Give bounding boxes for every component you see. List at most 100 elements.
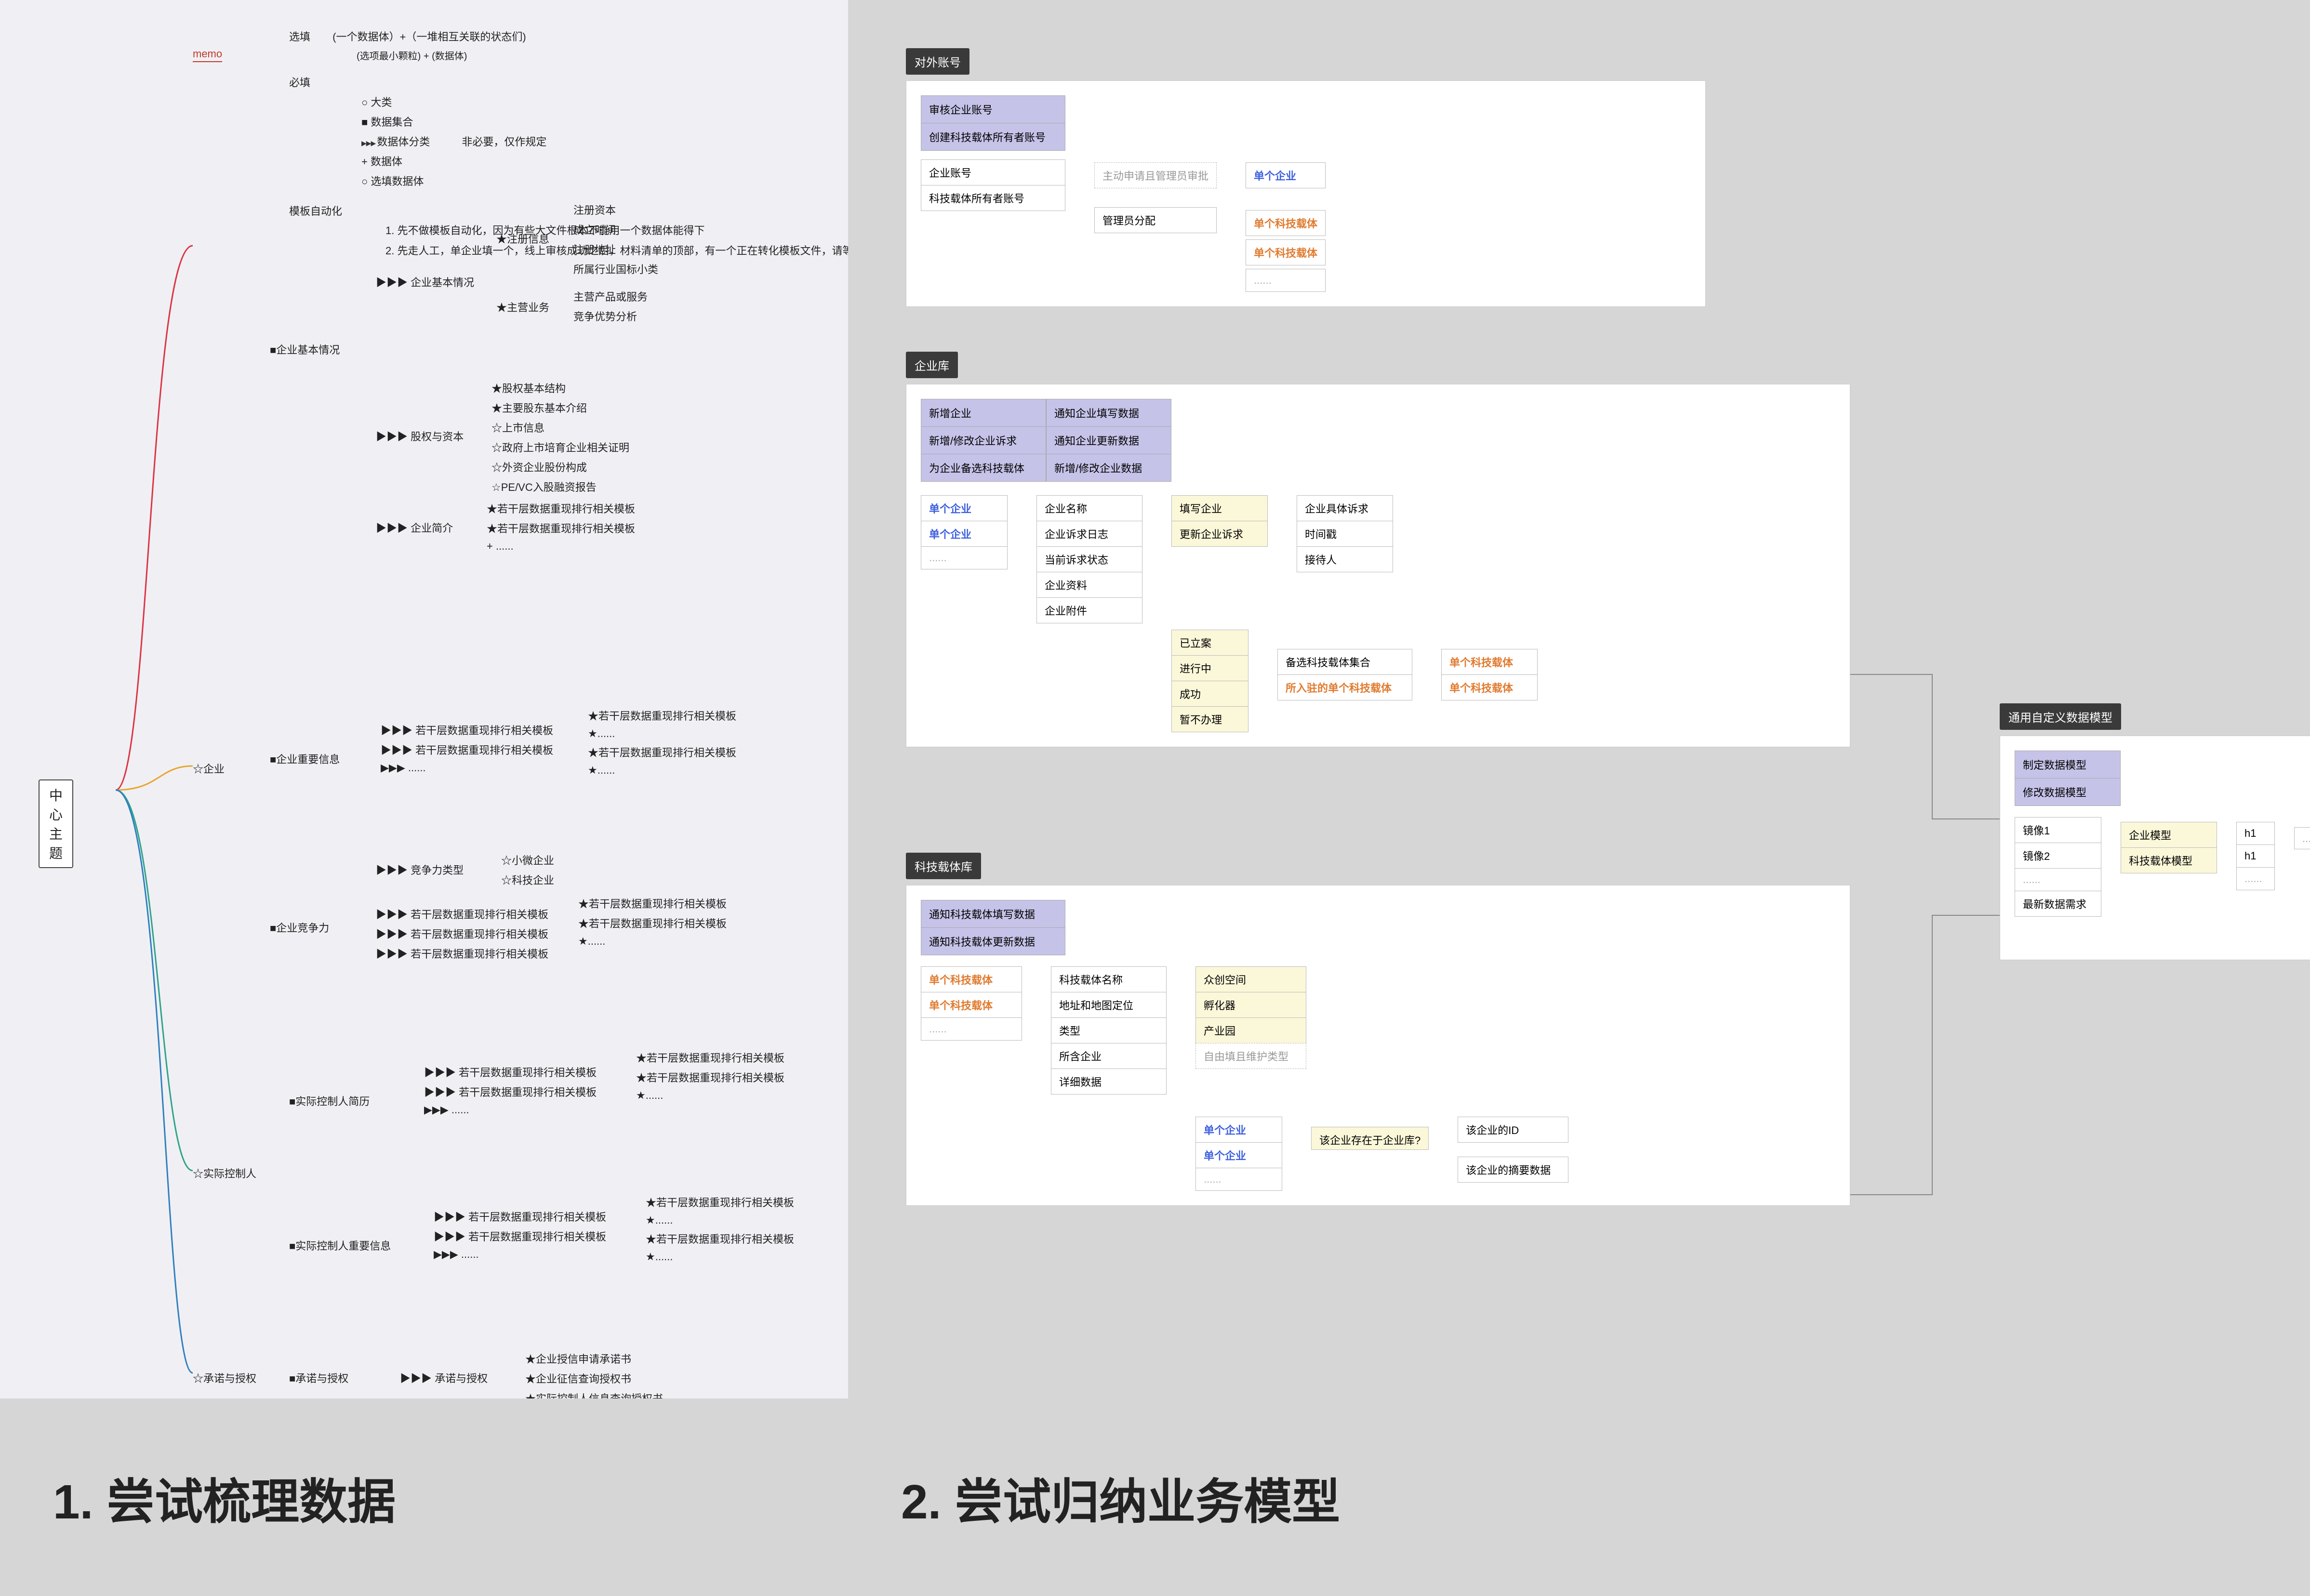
cl-t-b: 孵化器 [1195,992,1306,1018]
ext-l-a: 企业账号 [921,159,1065,185]
el-h-c: 为企业备选科技载体 [921,454,1046,482]
left-caption: 1. 尝试梳理数据 [0,1463,396,1532]
ent-basic: ■企业基本情况 [270,342,340,357]
el-f-d: 企业资料 [1036,572,1142,598]
ctrl-i-sc: ★若干层数据重现排行相关模板 [646,1231,794,1246]
ctrl-i-t1: ▶▶▶ 若干层数据重现排行相关模板 [434,1209,606,1224]
cm-h1-a: h1 [2236,822,2275,845]
comp-t3: ▶▶▶ 若干层数据重现排行相关模板 [376,946,548,961]
comp-t2: ▶▶▶ 若干层数据重现排行相关模板 [376,926,548,941]
eq-b: ★主要股东基本介绍 [491,400,629,415]
flow-external-account: 对外账号 审核企业账号 创建科技载体所有者账号 企业账号 科技载体所有者账号 主… [906,48,1706,307]
cm-l-d: 最新数据需求 [2015,891,2101,917]
el-dr-a: 企业具体诉求 [1297,495,1393,521]
bixian-b: 数据集合 [361,114,867,129]
comp-b: ☆科技企业 [501,872,554,887]
right-panel: 对外账号 审核企业账号 创建科技载体所有者账号 企业账号 科技载体所有者账号 主… [848,0,2310,1596]
el-l-a: 单个企业 [921,495,1008,521]
cl-f-e: 详细数据 [1051,1068,1167,1095]
ent-important: ■企业重要信息 [270,751,340,766]
ctrl-r-t3: ▶▶▶ ...... [424,1104,597,1116]
cl-l-a: 单个科技载体 [921,966,1022,992]
cl-t-c: 产业园 [1195,1017,1306,1043]
ent-reg: ★注册信息 [496,231,549,246]
imp-t3: ▶▶▶ ...... [381,762,553,774]
imp-sa: ★若干层数据重现排行相关模板 [588,708,736,723]
el-dr-c: 接待人 [1297,546,1393,572]
tag-carrier: 科技载体库 [906,853,981,879]
ext-h-a: 审核企业账号 [921,95,1065,123]
el-h-b2: 通知企业更新数据 [1046,426,1171,454]
node-bixian: 必填 [289,74,867,90]
ent-main: ★主营业务 [496,299,549,315]
autotpl-n2: 2. 先走人工，单企业填一个，线上审核成功之后，材料清单的顶部，有一个正在转化模… [385,243,732,259]
el-f-a: 企业名称 [1036,495,1142,521]
el-srr-a: 单个科技载体 [1441,649,1538,675]
el-d-a: 填写企业 [1171,495,1268,521]
cl-e-a: 单个企业 [1195,1117,1282,1143]
cm-m-a: 企业模型 [2121,822,2217,848]
cm-h1-b: h1 [2236,844,2275,868]
ctrl-r-t1: ▶▶▶ 若干层数据重现排行相关模板 [424,1064,597,1080]
eq-a: ★股权基本结构 [491,380,629,396]
cl-f-c: 类型 [1051,1017,1167,1043]
cl-t-a: 众创空间 [1195,966,1306,992]
ctrl-r-sb: ★若干层数据重现排行相关模板 [636,1069,784,1085]
bixian-d: 数据体 [361,153,867,169]
right-caption-bar: 2. 尝试归纳业务模型 [848,1398,2310,1596]
flow-carrier-lib: 科技载体库 通知科技载体填写数据 通知科技载体更新数据 单个科技载体 单个科技载… [906,853,1850,1206]
comp-t1: ▶▶▶ 若干层数据重现排行相关模板 [376,906,548,922]
ent-competitive: ■企业竞争力 [270,920,329,935]
ctrl-r-sc: ★...... [636,1089,784,1102]
imp-sd: ★...... [588,764,736,777]
cm-l-b: 镜像2 [2015,843,2101,869]
node-xuantian-sub: (选项最小颗粒) + (数据体) [357,48,867,62]
el-f-b: 企业诉求日志 [1036,521,1142,547]
reg-b: 成立时间 [573,222,658,237]
auth-b: ★企业征信查询授权书 [525,1371,663,1386]
ctrl-important: ■实际控制人重要信息 [289,1238,391,1253]
page-root: 中心主题 memo 选填 (一个数据体）+（一堆相互关联的状态们) (选项最小颗… [0,0,2310,1596]
ext-r-c: 单个科技载体 [1246,239,1326,265]
ext-m-b: 管理员分配 [1094,207,1217,233]
brief-c: + ...... [487,540,635,553]
cl-l-b: 单个科技载体 [921,992,1022,1018]
branch-controller: ☆实际控制人 ■实际控制人简历 ▶▶▶ 若干层数据重现排行相关模板 ▶▶▶ 若干… [193,1161,256,1185]
auth-a: ★企业授信申请承诺书 [525,1351,663,1366]
ctrl-i-t2: ▶▶▶ 若干层数据重现排行相关模板 [434,1228,606,1244]
ext-r-b: 单个科技载体 [1246,210,1326,236]
ctrl-resume: ■实际控制人简历 [289,1093,370,1108]
el-h-a: 新增企业 [921,399,1046,427]
imp-sc: ★若干层数据重现排行相关模板 [588,744,736,760]
tag-custom: 通用自定义数据模型 [2000,703,2121,730]
branch-memo: memo 选填 (一个数据体）+（一堆相互关联的状态们) (选项最小颗粒) + … [193,43,222,66]
reg-c: 注册地址 [573,241,658,257]
ctrl-i-t3: ▶▶▶ ...... [434,1248,606,1261]
el-sr-a: 备选科技载体集合 [1277,649,1412,675]
branch-enterprise: ☆企业 ■企业基本情况 ▶▶▶ 企业基本情况 ★注册信息 注册资本 成立时间 注… [193,756,225,780]
el-s-a: 已立案 [1171,630,1248,656]
el-srr-b: 单个科技载体 [1441,674,1538,700]
tag-entlib: 企业库 [906,352,958,378]
node-controller: ☆实际控制人 [193,1165,256,1181]
bixian-c: 数据体分类 非必要，仅作规定 [361,133,867,149]
el-h-a2: 通知企业填写数据 [1046,399,1171,427]
left-panel: 中心主题 memo 选填 (一个数据体）+（一堆相互关联的状态们) (选项最小颗… [0,0,848,1596]
cm-l-a: 镜像1 [2015,817,2101,843]
node-memo: memo [193,48,222,62]
el-l-c: ...... [921,546,1008,569]
auth-sub: ▶▶▶ 承诺与授权 [400,1370,488,1385]
eq-d: ☆政府上市培育企业相关证明 [491,439,629,455]
ctrl-i-sb: ★...... [646,1214,794,1227]
cm-h1-c: ...... [2236,867,2275,890]
right-caption: 2. 尝试归纳业务模型 [848,1463,1340,1532]
reg-d: 所属行业国标小类 [573,261,658,277]
bixian-a: 大类 [361,94,867,109]
brief-b: ★若干层数据重现排行相关模板 [487,520,635,536]
cm-mid: ...... [2294,827,2310,849]
cl-e-c: ...... [1195,1168,1282,1191]
cm-l-c: ...... [2015,868,2101,891]
ent-equity: ▶▶▶ 股权与资本 [376,428,464,444]
cl-e-q: 该企业存在于企业库? [1311,1127,1429,1150]
cl-h-a: 通知科技载体填写数据 [921,900,1065,928]
